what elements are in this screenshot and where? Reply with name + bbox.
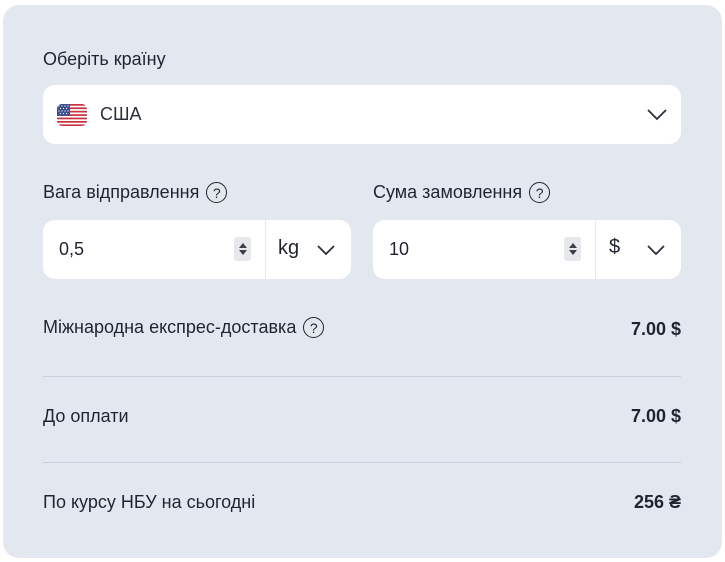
weight-label: Вага відправлення ? bbox=[43, 182, 228, 203]
weight-help-icon[interactable]: ? bbox=[206, 182, 228, 203]
nbu-rate-value: 256 ₴ bbox=[633, 492, 681, 512]
country-label: Оберіть країну bbox=[43, 49, 166, 69]
us-flag-icon bbox=[57, 103, 87, 126]
weight-spinner[interactable] bbox=[234, 237, 251, 261]
nbu-rate-label: По курсу НБУ на сьогодні bbox=[43, 492, 256, 512]
weight-label-text: Вага відправлення bbox=[43, 182, 200, 202]
order-sum-help-icon[interactable]: ? bbox=[529, 182, 551, 203]
total-value: 7.00 $ bbox=[630, 406, 681, 426]
chevron-down-icon bbox=[317, 245, 335, 256]
weight-divider bbox=[265, 220, 266, 279]
spin-down-icon bbox=[238, 250, 247, 255]
order-sum-label: Сума замовлення ? bbox=[373, 182, 551, 203]
weight-input[interactable] bbox=[57, 238, 221, 261]
divider bbox=[43, 376, 681, 377]
order-sum-spinner[interactable] bbox=[564, 237, 581, 261]
spin-up-icon bbox=[238, 243, 247, 248]
selected-country: США bbox=[100, 104, 142, 124]
chevron-down-icon bbox=[647, 245, 665, 256]
divider bbox=[43, 462, 681, 463]
spin-down-icon bbox=[568, 250, 577, 255]
currency-select[interactable]: $ bbox=[609, 236, 620, 259]
express-delivery-text: Міжнародна експрес-доставка bbox=[43, 317, 297, 337]
order-sum-divider bbox=[595, 220, 596, 279]
total-label: До оплати bbox=[43, 406, 129, 426]
weight-field: kg bbox=[43, 220, 351, 279]
spin-up-icon bbox=[568, 243, 577, 248]
order-sum-label-text: Сума замовлення bbox=[373, 182, 523, 202]
chevron-down-icon bbox=[647, 109, 667, 121]
order-sum-input[interactable] bbox=[387, 238, 551, 261]
weight-unit-select[interactable]: kg bbox=[278, 237, 299, 260]
express-delivery-help-icon[interactable]: ? bbox=[303, 317, 325, 338]
order-sum-field: $ bbox=[373, 220, 681, 279]
country-select[interactable]: США bbox=[43, 85, 681, 144]
express-delivery-label: Міжнародна експрес-доставка ? bbox=[43, 317, 325, 338]
express-delivery-value: 7.00 $ bbox=[630, 319, 681, 339]
